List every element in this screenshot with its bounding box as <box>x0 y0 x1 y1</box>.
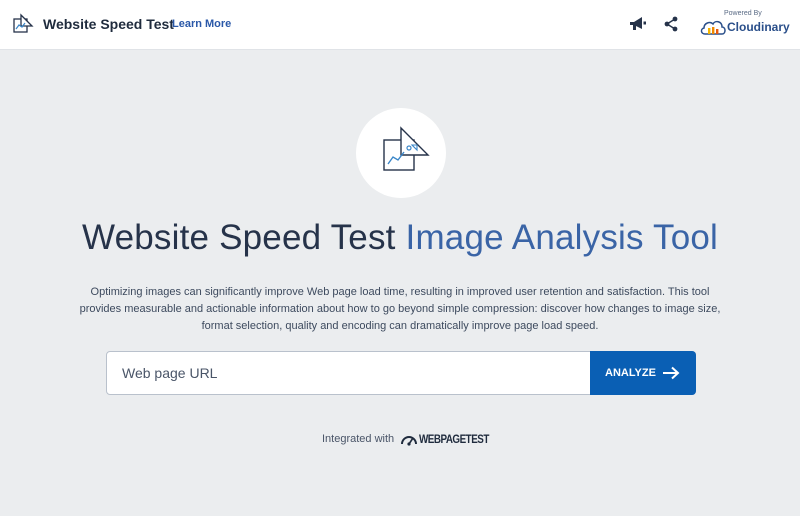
cloudinary-brand[interactable]: Powered By Cloudinary <box>700 10 790 40</box>
top-header: Website Speed Test Learn More Powered By… <box>0 0 800 50</box>
image-analysis-icon <box>383 126 430 171</box>
page-title-primary: Website Speed Test <box>81 218 396 257</box>
speed-test-logo-icon[interactable] <box>12 13 34 35</box>
analyze-button[interactable]: ANALYZE <box>590 351 696 395</box>
integration-note: Integrated with WEBPAGETEST <box>322 432 522 448</box>
powered-by-label: Powered By <box>724 10 762 17</box>
megaphone-icon[interactable] <box>629 16 647 32</box>
hero-icon-circle <box>356 108 446 198</box>
speedometer-icon <box>401 436 417 446</box>
page-title-accent: Image Analysis Tool <box>405 218 719 257</box>
webpagetest-logo-text[interactable]: WEBPAGETEST <box>419 432 489 446</box>
analyze-label: ANALYZE <box>605 367 656 379</box>
learn-more-link[interactable]: Learn More <box>172 18 231 30</box>
app-title[interactable]: Website Speed Test <box>43 16 174 32</box>
url-search-form: ANALYZE <box>106 351 696 395</box>
url-input[interactable] <box>108 353 588 393</box>
share-icon[interactable] <box>664 16 678 32</box>
cloudinary-cloud-icon <box>700 20 726 35</box>
page-title: Website Speed Test Image Analysis Tool <box>0 218 800 258</box>
integrated-with-label: Integrated with <box>322 433 395 445</box>
tool-description: Optimizing images can significantly impr… <box>79 286 721 332</box>
arrow-right-icon <box>663 366 680 380</box>
cloudinary-name: Cloudinary <box>727 20 790 34</box>
